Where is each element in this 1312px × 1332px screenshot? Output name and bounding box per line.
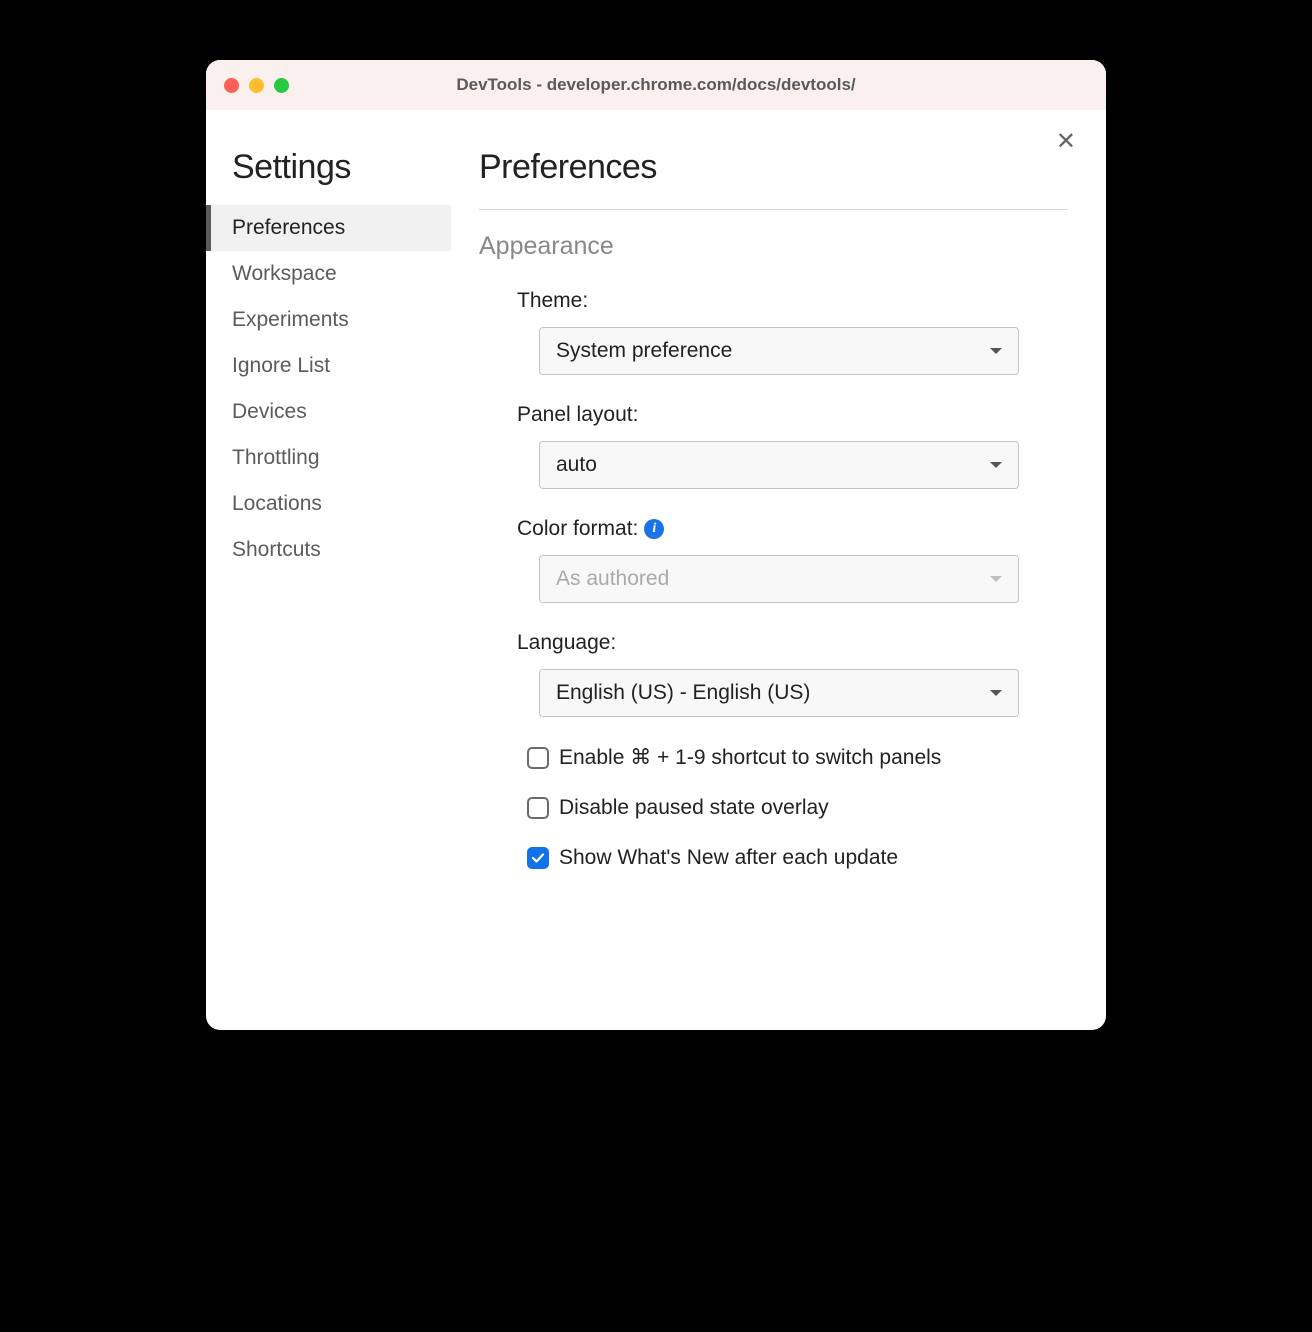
theme-label: Theme: [517,289,1068,313]
panel-layout-select[interactable]: auto [539,441,1019,489]
panel-layout-label: Panel layout: [517,403,1068,427]
sidebar-item-devices[interactable]: Devices [206,389,451,435]
language-label: Language: [517,631,1068,655]
sidebar-title: Settings [206,148,451,187]
info-icon[interactable]: i [644,519,664,539]
sidebar-item-throttling[interactable]: Throttling [206,435,451,481]
window-minimize-button[interactable] [249,78,264,93]
checkbox[interactable] [527,797,549,819]
panel-layout-field: Panel layout: auto [479,403,1068,489]
checkbox-row-1[interactable]: Disable paused state overlay [479,796,1068,820]
checkbox-label: Disable paused state overlay [559,796,829,820]
checkbox[interactable] [527,747,549,769]
theme-field: Theme: System preference [479,289,1068,375]
panel-layout-select-value: auto [556,453,597,477]
traffic-lights [224,78,289,93]
main-panel: Preferences Appearance Theme: System pre… [451,110,1106,1030]
chevron-down-icon [990,690,1002,696]
sidebar-item-preferences[interactable]: Preferences [206,205,451,251]
theme-select-value: System preference [556,339,732,363]
sidebar: Settings PreferencesWorkspaceExperiments… [206,110,451,1030]
content-area: ✕ Settings PreferencesWorkspaceExperimen… [206,110,1106,1030]
chevron-down-icon [990,348,1002,354]
window-maximize-button[interactable] [274,78,289,93]
theme-select[interactable]: System preference [539,327,1019,375]
checkbox-label: Enable ⌘ + 1-9 shortcut to switch panels [559,745,941,770]
page-title: Preferences [479,148,1068,187]
sidebar-item-workspace[interactable]: Workspace [206,251,451,297]
section-header-appearance: Appearance [479,232,1068,261]
chevron-down-icon [990,576,1002,582]
chevron-down-icon [990,462,1002,468]
devtools-window: DevTools - developer.chrome.com/docs/dev… [206,60,1106,1030]
color-format-select-value: As authored [556,567,669,591]
language-select-value: English (US) - English (US) [556,681,810,705]
close-icon[interactable]: ✕ [1056,130,1076,154]
window-title: DevTools - developer.chrome.com/docs/dev… [206,75,1106,95]
sidebar-item-ignore-list[interactable]: Ignore List [206,343,451,389]
sidebar-item-locations[interactable]: Locations [206,481,451,527]
color-format-select: As authored [539,555,1019,603]
checkbox-row-2[interactable]: Show What's New after each update [479,846,1068,870]
checkbox-row-0[interactable]: Enable ⌘ + 1-9 shortcut to switch panels [479,745,1068,770]
sidebar-item-shortcuts[interactable]: Shortcuts [206,527,451,573]
titlebar: DevTools - developer.chrome.com/docs/dev… [206,60,1106,110]
window-close-button[interactable] [224,78,239,93]
color-format-field: Color format: i As authored [479,517,1068,603]
checkbox-label: Show What's New after each update [559,846,898,870]
sidebar-item-experiments[interactable]: Experiments [206,297,451,343]
color-format-label: Color format: i [517,517,1068,541]
language-field: Language: English (US) - English (US) [479,631,1068,717]
language-select[interactable]: English (US) - English (US) [539,669,1019,717]
checkbox[interactable] [527,847,549,869]
divider [479,209,1068,210]
